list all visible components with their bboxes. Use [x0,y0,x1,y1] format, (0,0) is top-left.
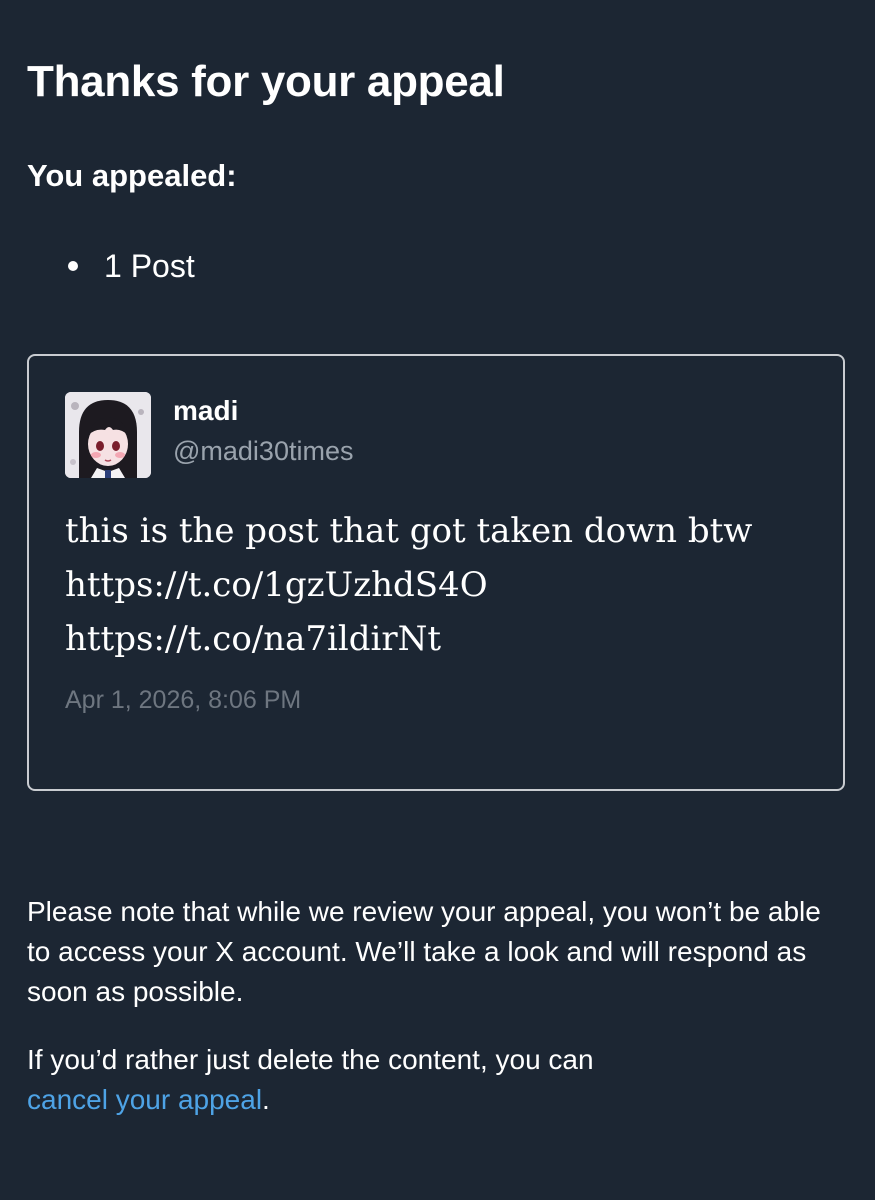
post-author-name: madi [173,395,239,426]
post-text: this is the post that got taken down btw… [65,504,752,666]
avatar-illustration [65,392,151,478]
cancel-appeal-link[interactable]: cancel your appeal [27,1084,262,1115]
appealed-item-label: 1 Post [104,248,195,284]
cancel-note-suffix: . [262,1084,270,1115]
post-timestamp: Apr 1, 2026, 8:06 PM [65,686,302,714]
post-author-handle: @madi30times [173,436,354,466]
review-notice: Please note that while we review your ap… [27,896,821,1007]
appealed-label: You appealed: [27,158,237,193]
cancel-note: If you’d rather just delete the content,… [27,1040,827,1120]
appealed-item: 1 Post [62,246,195,286]
user-avatar-icon [65,392,151,478]
bullet-icon [68,261,78,271]
appealed-list: 1 Post [62,246,195,286]
page-title: Thanks for your appeal [27,57,505,106]
post-text-line: this is the post that got taken down btw [65,511,753,551]
post-link: https://t.co/1gzUzhdS4O [65,565,488,605]
appealed-post-card: madi @madi30times this is the post that … [27,354,845,791]
cancel-note-text: If you’d rather just delete the content,… [27,1044,594,1075]
post-link: https://t.co/na7ildirNt [65,619,442,659]
